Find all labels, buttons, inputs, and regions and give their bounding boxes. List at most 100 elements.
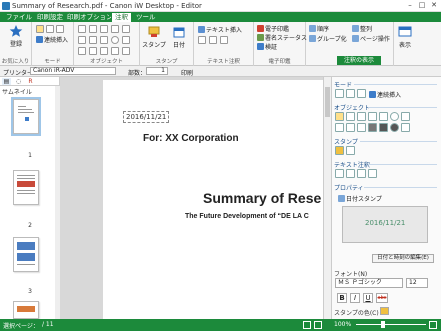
copies-input[interactable]: 1 xyxy=(146,67,168,75)
callout-tool-icon[interactable] xyxy=(209,36,217,44)
thumbnail-page-4[interactable] xyxy=(13,301,39,319)
sticky-note-tool-icon[interactable] xyxy=(220,36,228,44)
rp-rect-icon[interactable] xyxy=(379,112,388,121)
thumbnail-panel: ▤ ◌ R サムネイル 1 2 3 xyxy=(0,77,60,319)
pen-tool-icon[interactable] xyxy=(78,25,86,33)
marker-tool-icon[interactable] xyxy=(78,36,86,44)
ellipse-tool-icon[interactable] xyxy=(122,25,130,33)
highlighter-tool-icon[interactable] xyxy=(78,47,86,55)
menu-tools[interactable]: ツール xyxy=(133,12,159,22)
rp-marker-icon[interactable] xyxy=(335,123,344,132)
polyline-tool-icon[interactable] xyxy=(100,36,108,44)
rp-callout-icon[interactable] xyxy=(357,169,366,178)
window-title: Summary of Research.pdf - Canon iW Deskt… xyxy=(12,2,202,10)
thumbnail-tab-icon[interactable]: ▤ xyxy=(2,78,11,85)
arrow-tool-icon[interactable] xyxy=(100,25,108,33)
link-insert-button[interactable]: 連続挿入 xyxy=(36,35,68,44)
group-button[interactable]: グループ化 xyxy=(309,34,347,43)
minimize-button[interactable]: – xyxy=(405,1,415,10)
rp-select-icon[interactable] xyxy=(335,89,344,98)
fill-tool-icon[interactable] xyxy=(89,47,97,55)
rp-text-icon[interactable] xyxy=(335,169,344,178)
rp-fill-icon[interactable] xyxy=(346,123,355,132)
register-button[interactable]: 登録 xyxy=(3,24,29,48)
menu-annotation[interactable]: 注釈 xyxy=(111,12,132,22)
circle-tool-icon[interactable] xyxy=(111,36,119,44)
rp-pen-icon[interactable] xyxy=(335,112,344,121)
textbox-tool-icon[interactable] xyxy=(198,36,206,44)
underline-button[interactable]: U xyxy=(363,293,373,303)
sign-status-button[interactable]: 署名ステータス xyxy=(257,33,307,42)
stamp-button[interactable]: スタンプ xyxy=(142,25,166,49)
document-scroll-thumb[interactable] xyxy=(325,87,330,117)
rp-note-icon[interactable] xyxy=(401,123,410,132)
select-tool-icon[interactable] xyxy=(36,25,44,33)
menu-print-settings[interactable]: 印刷設定 xyxy=(34,12,66,22)
align-button[interactable]: 整列 xyxy=(352,24,372,33)
font-select[interactable]: ＭＳ Ｐゴシック xyxy=(335,278,403,288)
zoom-tool-icon[interactable] xyxy=(56,25,64,33)
edit-date-button[interactable]: 日付と時刻の編集(E) xyxy=(372,254,434,263)
date-stamp-annotation[interactable]: 2016/11/21 xyxy=(123,111,170,123)
bookmark-tab-icon[interactable]: R xyxy=(26,78,35,85)
rp-color-icon[interactable] xyxy=(368,123,377,132)
date-stamp-button[interactable]: 日付 xyxy=(167,25,191,49)
page-op-button[interactable]: ページ操作 xyxy=(352,34,390,43)
menu-file[interactable]: ファイル xyxy=(3,12,35,22)
display-button[interactable]: 表示 xyxy=(396,25,414,49)
rp-line-icon[interactable] xyxy=(346,112,355,121)
rp-zoom-icon[interactable] xyxy=(357,89,366,98)
bold-button[interactable]: B xyxy=(337,293,347,303)
font-size-select[interactable]: 12 xyxy=(406,278,428,288)
zoom-slider[interactable] xyxy=(356,324,426,325)
rp-date-stamp-icon[interactable] xyxy=(346,146,355,155)
rp-polygon-icon[interactable] xyxy=(401,112,410,121)
document-scrollbar[interactable] xyxy=(323,77,331,319)
rp-stamp-icon[interactable] xyxy=(335,146,344,155)
rp-dblarrow-icon[interactable] xyxy=(368,112,377,121)
print-label[interactable]: 印刷 xyxy=(181,68,193,77)
rp-link-insert-button[interactable]: 連続挿入 xyxy=(369,90,401,99)
menu-print-options[interactable]: 印刷オプション xyxy=(64,12,116,22)
view-single-icon[interactable] xyxy=(303,321,311,329)
printer-select[interactable]: Canon iR-ADV xyxy=(30,67,116,75)
thumbnail-page-1[interactable] xyxy=(11,97,41,136)
hand-tool-icon[interactable] xyxy=(46,25,54,33)
rp-ellipse-icon[interactable] xyxy=(390,112,399,121)
status-bar: 選択ページ： / 11 100% xyxy=(0,319,441,331)
text-tool-icon[interactable] xyxy=(122,47,130,55)
group-icon xyxy=(309,35,316,42)
stamp-color-swatch[interactable] xyxy=(380,307,389,315)
color-tool-icon[interactable] xyxy=(100,47,108,55)
annotation-display-button[interactable]: 注釈の表示 xyxy=(337,56,381,65)
rp-highlight-icon[interactable] xyxy=(357,123,366,132)
rp-dark-circle-icon[interactable] xyxy=(390,123,399,132)
text-insert-button[interactable]: テキスト挿入 xyxy=(198,25,242,34)
polygon-tool-icon[interactable] xyxy=(89,36,97,44)
rect-tool-icon[interactable] xyxy=(111,25,119,33)
italic-button[interactable]: I xyxy=(350,293,360,303)
thumbnail-page-3[interactable] xyxy=(13,237,39,272)
thumbnail-page-2[interactable] xyxy=(13,170,39,205)
stamp-section-label: スタンプ xyxy=(334,139,358,146)
view-continuous-icon[interactable] xyxy=(314,321,322,329)
verify-button[interactable]: 検証 xyxy=(257,42,277,51)
maximize-button[interactable]: □ xyxy=(417,1,427,10)
eraser-tool-icon[interactable] xyxy=(111,47,119,55)
line-tool-icon[interactable] xyxy=(89,25,97,33)
fit-page-icon[interactable] xyxy=(429,321,437,329)
note-tool-icon[interactable] xyxy=(122,36,130,44)
rp-dark-rect-icon[interactable] xyxy=(379,123,388,132)
rp-arrow-icon[interactable] xyxy=(357,112,366,121)
esign-button[interactable]: 電子印鑑 xyxy=(257,24,289,33)
rp-textbox-icon[interactable] xyxy=(346,169,355,178)
strike-button[interactable]: abc xyxy=(376,293,388,303)
display-icon xyxy=(398,25,412,39)
rp-sticky-icon[interactable] xyxy=(368,169,377,178)
rp-hand-icon[interactable] xyxy=(346,89,355,98)
zoom-slider-thumb[interactable] xyxy=(381,321,385,328)
comment-tab-icon[interactable]: ◌ xyxy=(14,78,23,85)
close-button[interactable]: ✕ xyxy=(429,1,439,10)
group-label: グループ化 xyxy=(317,36,347,43)
order-button[interactable]: 順序 xyxy=(309,24,329,33)
